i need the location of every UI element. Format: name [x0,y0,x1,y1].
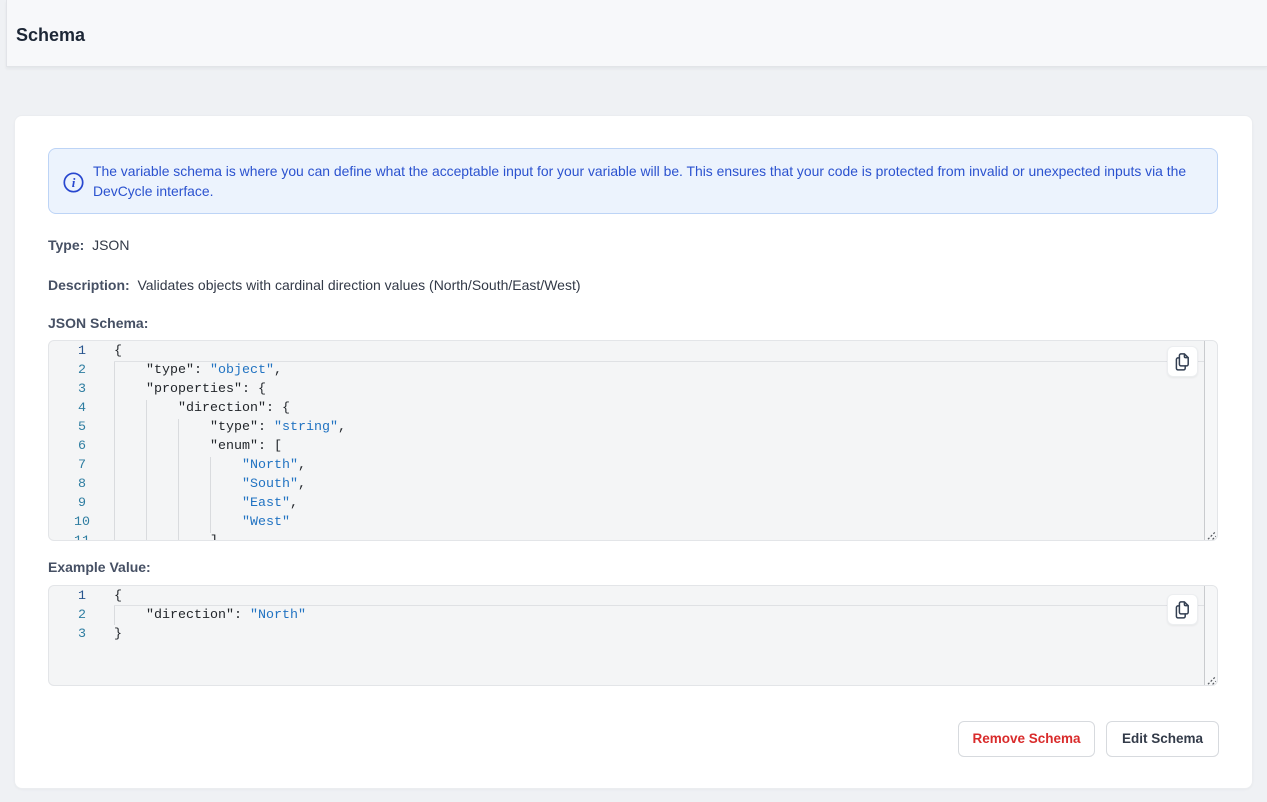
svg-text:i: i [72,175,76,190]
